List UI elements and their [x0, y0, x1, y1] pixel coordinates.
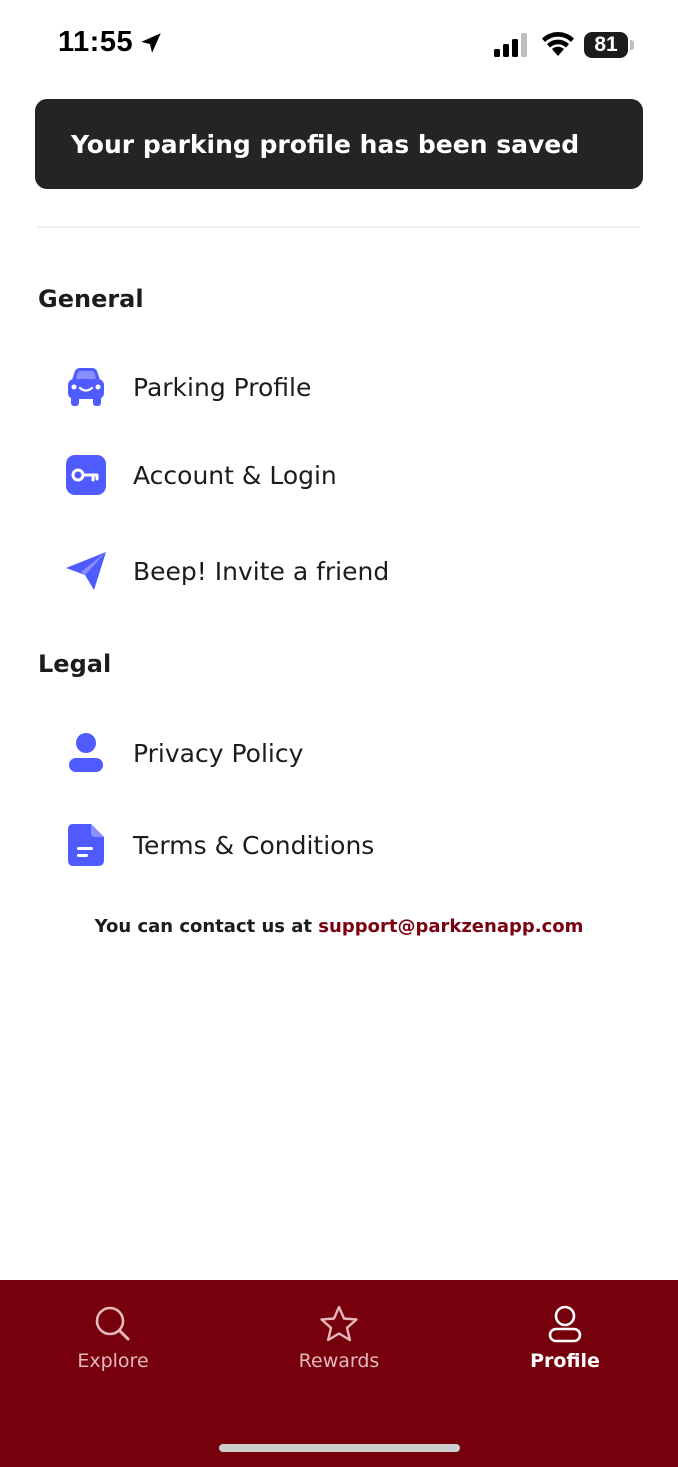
menu-label-account-login: Account & Login [133, 460, 337, 490]
car-icon [62, 363, 110, 411]
menu-label-invite-friend: Beep! Invite a friend [133, 556, 390, 586]
battery-level: 81 [584, 32, 628, 58]
nav-label-profile: Profile [530, 1350, 600, 1372]
nav-tab-profile[interactable]: Profile [490, 1304, 640, 1384]
star-icon [320, 1305, 358, 1342]
nav-label-explore: Explore [77, 1350, 149, 1372]
toast-message: Your parking profile has been saved [71, 129, 580, 159]
section-title-general: General [38, 285, 144, 313]
contact-text: You can contact us at support@parkzenapp… [0, 916, 678, 937]
nav-tab-explore[interactable]: Explore [38, 1304, 188, 1384]
cellular-signal-icon [494, 33, 527, 57]
menu-item-account-login[interactable]: Account & Login [38, 435, 640, 515]
person-icon [62, 729, 110, 777]
menu-item-privacy-policy[interactable]: Privacy Policy [38, 713, 640, 793]
profile-icon [548, 1305, 582, 1343]
document-icon [62, 821, 110, 869]
divider [38, 226, 640, 228]
contact-prefix: You can contact us at [94, 916, 319, 937]
search-icon [95, 1306, 130, 1341]
wifi-icon [542, 32, 574, 56]
menu-item-invite-friend[interactable]: Beep! Invite a friend [38, 531, 640, 611]
section-title-legal: Legal [38, 650, 112, 678]
nav-label-rewards: Rewards [298, 1350, 380, 1372]
nav-tab-rewards[interactable]: Rewards [264, 1304, 414, 1384]
menu-label-privacy-policy: Privacy Policy [133, 738, 304, 768]
key-icon [62, 451, 110, 499]
bottom-navigation: Explore Rewards Profile [0, 1280, 678, 1467]
menu-item-terms-conditions[interactable]: Terms & Conditions [38, 805, 640, 885]
home-indicator [219, 1444, 460, 1452]
menu-item-parking-profile[interactable]: Parking Profile [38, 347, 640, 427]
support-email-link[interactable]: support@parkzenapp.com [318, 916, 583, 937]
location-arrow-icon [141, 33, 161, 53]
status-bar: 11:55 81 [0, 0, 678, 90]
menu-label-parking-profile: Parking Profile [133, 372, 312, 402]
send-icon [62, 547, 110, 595]
menu-label-terms-conditions: Terms & Conditions [133, 830, 375, 860]
status-time: 11:55 [58, 26, 134, 58]
battery-icon: 81 [584, 32, 634, 58]
toast-notification: Your parking profile has been saved [35, 99, 643, 189]
